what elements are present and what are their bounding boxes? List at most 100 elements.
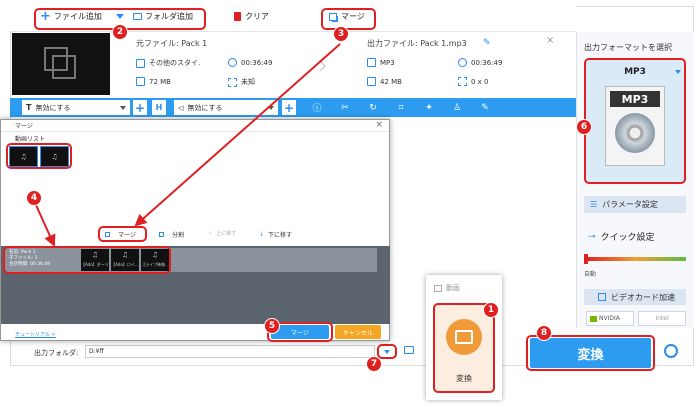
merge-clip-1[interactable]: ♫【Ado】ダーリン [81, 249, 109, 271]
cancel-button[interactable]: キャンセル [335, 325, 381, 339]
folder-icon [133, 13, 142, 20]
badge-5: 5 [264, 318, 280, 334]
convert-button[interactable]: 変換 [530, 338, 651, 368]
chevron-down-icon [384, 349, 390, 354]
add-folder-label: フォルダ追加 [145, 12, 193, 21]
sliders-icon: ☰ [590, 200, 598, 209]
src-size: 72 MB [136, 77, 171, 86]
badge-4: 4 [26, 190, 42, 206]
watermark-icon[interactable]: ♙ [450, 100, 464, 115]
merge-dialog-title: マージ [15, 123, 33, 130]
disc-icon [615, 113, 655, 153]
merge-clip-2[interactable]: ♫ 【Ado】ロイ... [111, 249, 139, 271]
badge-8: 8 [536, 325, 552, 341]
intel-badge[interactable]: Intel [638, 311, 686, 326]
chevron-down-icon [120, 105, 126, 110]
subtitle-select[interactable]: T 無効にする [22, 100, 130, 115]
param-settings-button[interactable]: ☰ パラメータ設定 [584, 196, 686, 213]
resolution-icon [228, 77, 237, 87]
badge-6: 6 [576, 119, 592, 135]
remove-file-close-icon[interactable]: × [546, 35, 554, 46]
add-file-dropdown[interactable] [116, 14, 124, 19]
auto-label: 自動 [584, 271, 597, 278]
open-folder-icon[interactable] [404, 346, 414, 354]
nvidia-icon [590, 315, 597, 322]
merge-icon [329, 12, 337, 21]
add-file-label: ファイル追加 [53, 12, 102, 21]
out-format: MP3 [367, 58, 395, 67]
pack-info: 名前: Pack 1 子ファイル: 3 合計時間: 00:36:49 [9, 250, 51, 267]
audio-select[interactable]: ◁ 無効にする [174, 100, 278, 115]
add-audio-button[interactable]: + [282, 100, 296, 115]
split-button[interactable]: 分割 [159, 230, 184, 239]
plus-icon: + [40, 8, 51, 24]
merge-icon [105, 232, 110, 237]
mp3-format-icon: MP3 [605, 86, 665, 166]
out-resolution: 0 x 0 [458, 77, 489, 86]
badge-7: 7 [366, 356, 382, 372]
merge-label: マージ [341, 12, 365, 21]
add-file-button[interactable]: + ファイル追加 [40, 8, 102, 24]
add-subtitle-button[interactable]: + [133, 100, 147, 115]
alarm-clock-icon[interactable] [664, 344, 678, 358]
clear-button[interactable]: クリア [234, 11, 269, 22]
video-list-item-2[interactable]: ♫ [40, 146, 69, 167]
move-up-button[interactable]: ↑ 上に移す [208, 230, 236, 238]
tutorial-link[interactable]: チュートリアル > [15, 331, 56, 338]
source-file-label: 元ファイル: Pack 1 [136, 39, 208, 48]
quality-slider-handle[interactable] [584, 254, 588, 264]
badge-2: 2 [112, 24, 128, 40]
convert-popup: 動画 変換 [426, 275, 502, 400]
output-format-title: 出力フォーマットを選択 [584, 43, 672, 52]
up-arrow-icon: ↑ [208, 230, 213, 237]
gpu-icon [598, 293, 606, 301]
format-name: MP3 [624, 67, 646, 77]
src-resolution: 未知 [228, 77, 255, 87]
output-folder-input[interactable]: D:¥ff [85, 345, 375, 358]
merge-clip-3[interactable]: ♫ 【ライブ映像... [141, 249, 169, 271]
crop-icon[interactable]: ⌗ [394, 100, 408, 115]
merge-dialog-close-icon[interactable]: × [375, 120, 383, 130]
effect-icon[interactable]: ✦ [422, 100, 436, 115]
out-duration: 00:36:49 [458, 58, 502, 67]
video-tab[interactable]: 動画 [434, 283, 460, 293]
cut-icon[interactable]: ✂ [338, 100, 352, 115]
chevron-down-icon [268, 105, 274, 110]
output-folder-label: 出力フォルダ: [34, 349, 79, 357]
video-list-label: 動画リスト [15, 136, 46, 143]
file-thumbnail[interactable] [12, 33, 110, 95]
quality-slider[interactable] [586, 257, 686, 261]
gpu-accel-button[interactable]: ビデオカード加速 [584, 289, 686, 305]
edit-output-name-icon[interactable]: ✎ [483, 38, 491, 48]
badge-3: 3 [333, 26, 349, 42]
nvidia-badge[interactable]: NVIDIA [586, 311, 634, 326]
h-subtitle-button[interactable]: H [152, 100, 166, 115]
video-list-item-1[interactable]: ♫ [9, 146, 38, 167]
quick-settings-label: ⊸ クイック設定 [588, 231, 655, 244]
add-folder-button[interactable]: フォルダ追加 [133, 11, 193, 22]
quick-icon: ⊸ [588, 231, 596, 242]
src-format: その他のスタイ. [136, 58, 200, 68]
resolution-icon [458, 77, 467, 86]
convert-film-icon [446, 319, 482, 355]
src-duration: 00:36:49 [228, 58, 272, 67]
merge-small-button[interactable]: マージ [105, 230, 136, 239]
info-icon[interactable]: ⓘ [310, 100, 324, 115]
clock-icon [228, 58, 237, 67]
move-down-button[interactable]: ↓ 下に移す [259, 230, 292, 239]
video-icon [434, 284, 442, 292]
clear-label: クリア [245, 12, 269, 21]
format-dropdown-icon[interactable] [675, 70, 681, 74]
rotate-icon[interactable]: ↻ [366, 100, 380, 115]
output-folder-dropdown[interactable] [377, 344, 397, 359]
output-file-label: 出力ファイル: Pack 1.mp3 [367, 39, 467, 48]
format-icon [136, 58, 145, 68]
edit-subtitle-icon[interactable]: ✎ [478, 100, 492, 115]
merge-toolbar-button[interactable]: マージ [329, 11, 365, 22]
merge-dialog: マージ × 動画リスト ♫ ♫ マージ 分割 ↑ 上に移す ↓ 下に移す 名前:… [0, 119, 390, 342]
convert-tab-label: 変換 [456, 374, 472, 383]
format-icon [367, 58, 376, 67]
size-icon [136, 77, 145, 86]
down-arrow-icon: ↓ [259, 231, 265, 238]
split-icon [159, 232, 164, 237]
